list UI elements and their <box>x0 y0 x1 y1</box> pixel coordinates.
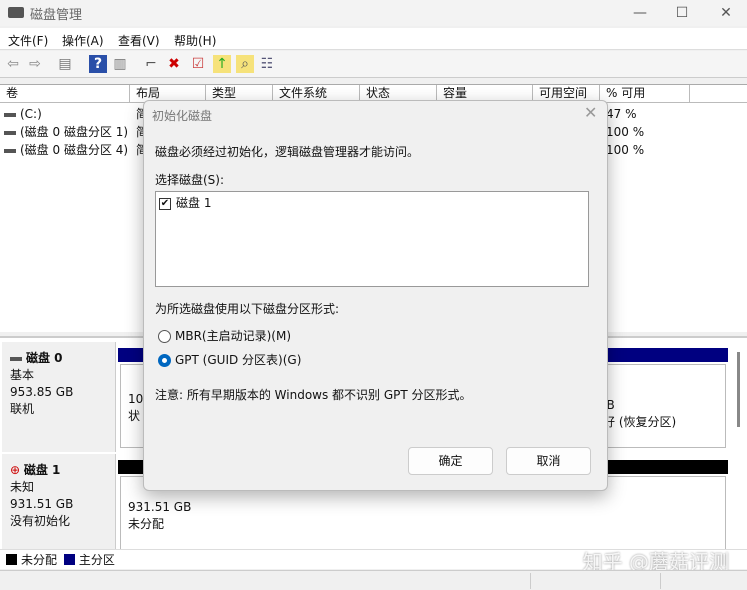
volume-name: (C:) <box>20 107 42 121</box>
radio-selected-icon <box>158 354 171 367</box>
forward-icon[interactable]: ⇨ <box>26 55 44 73</box>
action-pane-icon[interactable]: ▥ <box>111 55 129 73</box>
menu-action[interactable]: 操作(A) <box>62 32 104 49</box>
window-title: 磁盘管理 <box>30 8 83 23</box>
disk-checkbox[interactable]: ✔ <box>159 197 171 210</box>
disk-type: 基本 <box>10 368 35 382</box>
ok-button[interactable]: 确定 <box>408 447 493 475</box>
list-icon[interactable]: ☷ <box>258 55 276 73</box>
drive-icon <box>4 112 16 117</box>
properties-icon[interactable]: ☑ <box>189 55 207 73</box>
disk-size: 953.85 GB <box>10 385 74 399</box>
volume-name: (磁盘 0 磁盘分区 4) <box>20 143 129 157</box>
menu-view[interactable]: 查看(V) <box>118 32 160 49</box>
maximize-button[interactable]: ☐ <box>662 2 702 24</box>
status-divider <box>530 573 531 589</box>
back-icon[interactable]: ⇦ <box>4 55 22 73</box>
gpt-label: GPT (GUID 分区表)(G) <box>175 353 302 367</box>
disk-size: 931.51 GB <box>10 497 74 511</box>
volume-pct: 47 % <box>606 107 637 121</box>
menu-help[interactable]: 帮助(H) <box>174 32 216 49</box>
select-disk-label: 选择磁盘(S): <box>155 173 225 187</box>
delete-icon[interactable]: ✖ <box>165 55 183 73</box>
dialog-message: 磁盘必须经过初始化，逻辑磁盘管理器才能访问。 <box>155 145 420 159</box>
status-divider <box>660 573 661 589</box>
dialog-close-button[interactable]: ✕ <box>584 103 597 122</box>
primary-swatch <box>63 554 75 565</box>
drive-icon <box>4 148 16 153</box>
disk-icon <box>10 356 22 361</box>
initialize-disk-dialog: 初始化磁盘 ✕ 磁盘必须经过初始化，逻辑磁盘管理器才能访问。 选择磁盘(S): … <box>143 100 608 491</box>
connect-icon[interactable]: ⌐ <box>142 55 160 73</box>
disk-type: 未知 <box>10 480 35 494</box>
volume-name: (磁盘 0 磁盘分区 1) <box>20 125 129 139</box>
disk-status: 联机 <box>10 402 35 416</box>
gpt-note: 注意: 所有早期版本的 Windows 都不识别 GPT 分区形式。 <box>155 388 472 402</box>
disk-name: 磁盘 0 <box>26 351 63 365</box>
disk-status: 没有初始化 <box>10 514 71 528</box>
gpt-radio[interactable]: GPT (GUID 分区表)(G) <box>158 351 301 368</box>
unallocated-size: 931.51 GB <box>128 500 192 514</box>
export-icon[interactable]: ↑ <box>213 55 231 73</box>
close-button[interactable]: ✕ <box>706 2 746 24</box>
status-bar <box>0 570 747 590</box>
title-bar: 磁盘管理 — ☐ ✕ <box>0 0 747 26</box>
col-pct-free[interactable]: % 可用 <box>600 85 690 103</box>
partition-style-label: 为所选磁盘使用以下磁盘分区形式: <box>155 302 340 316</box>
disk-item-label: 磁盘 1 <box>176 196 212 210</box>
col-volume[interactable]: 卷 <box>0 85 130 103</box>
search-icon[interactable]: ⌕ <box>236 55 254 73</box>
legend-primary: 主分区 <box>78 553 115 567</box>
drive-icon <box>4 130 16 135</box>
console-tree-icon[interactable]: ▤ <box>56 55 74 73</box>
unallocated-label: 未分配 <box>128 517 165 531</box>
unallocated-swatch <box>6 554 17 565</box>
disk-listbox[interactable]: ✔ 磁盘 1 <box>155 191 589 287</box>
col-blank <box>690 85 747 103</box>
menu-file[interactable]: 文件(F) <box>8 32 48 49</box>
dialog-title: 初始化磁盘 <box>152 109 213 123</box>
disk-name: 磁盘 1 <box>23 463 61 477</box>
mbr-label: MBR(主启动记录)(M) <box>175 329 292 343</box>
volume-pct: 100 % <box>606 125 645 139</box>
mbr-radio[interactable]: MBR(主启动记录)(M) <box>158 327 291 344</box>
radio-icon <box>158 330 171 343</box>
disk-list-item[interactable]: ✔ 磁盘 1 <box>156 192 588 213</box>
toolbar: ⇦ ⇨ ▤ ? ▥ ⌐ ✖ ☑ ↑ ⌕ ☷ <box>0 51 747 78</box>
app-icon <box>8 7 24 18</box>
legend-unallocated: 未分配 <box>21 553 58 567</box>
help-icon[interactable]: ? <box>89 55 107 73</box>
cancel-button[interactable]: 取消 <box>506 447 591 475</box>
disk-error-icon: ⊕ <box>10 463 24 477</box>
minimize-button[interactable]: — <box>620 2 660 24</box>
disk-1-label[interactable]: ⊕ 磁盘 1 未知 931.51 GB 没有初始化 <box>2 454 116 551</box>
recovery-status: 好 (恢复分区) <box>603 415 677 429</box>
volume-pct: 100 % <box>606 143 645 157</box>
disk-0-label[interactable]: 磁盘 0 基本 953.85 GB 联机 <box>2 342 116 452</box>
scrollbar[interactable] <box>737 352 740 427</box>
menu-bar: 文件(F) 操作(A) 查看(V) 帮助(H) <box>0 28 747 50</box>
